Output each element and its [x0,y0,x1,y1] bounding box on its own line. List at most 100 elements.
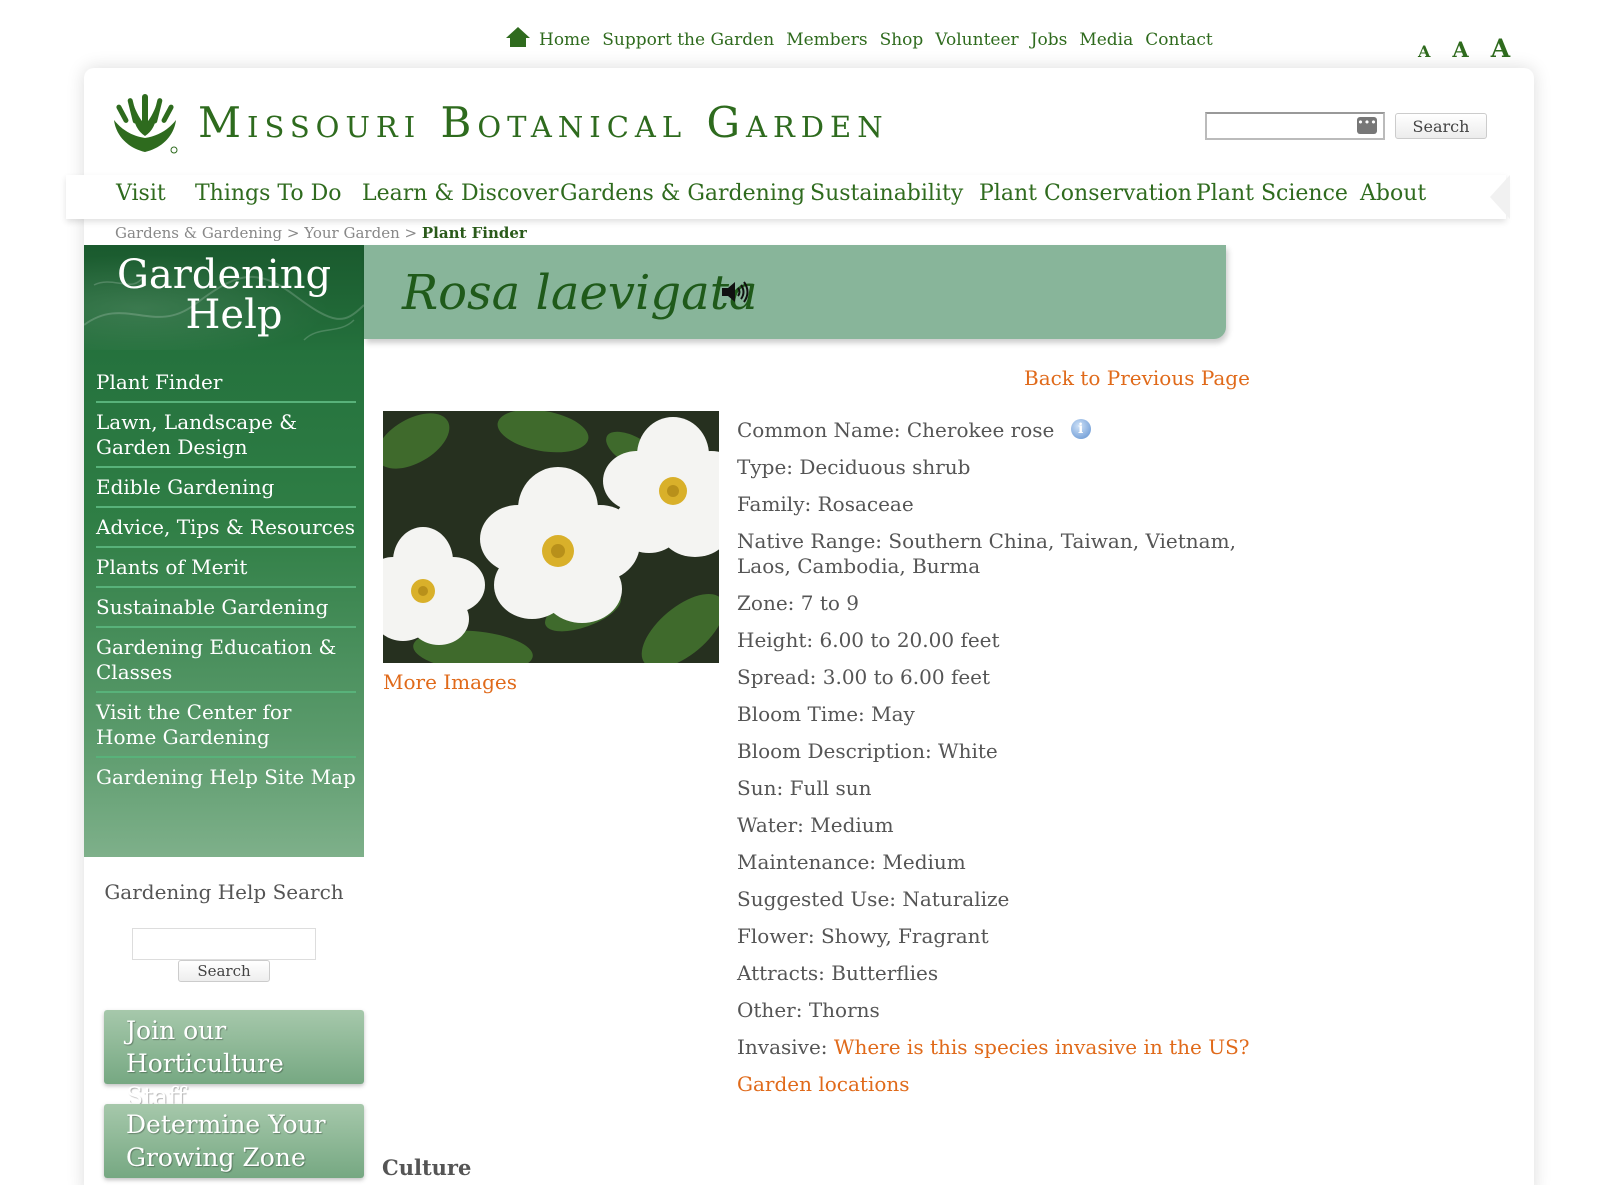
attr-label: Maintenance: [737,850,877,874]
plant-title-band: Rosa laevigata [364,245,1226,339]
attr-other: Other: Thorns [737,998,1257,1023]
header-search-button[interactable]: Search [1395,113,1487,139]
nav-visit[interactable]: Visit [116,181,166,206]
font-size-controls: A A A [1418,34,1510,63]
attr-family: Family: Rosaceae [737,492,1257,517]
utility-link-support[interactable]: Support the Garden [602,30,774,50]
attr-value: Naturalize [902,887,1010,911]
attr-value: Thorns [808,998,880,1022]
font-size-large[interactable]: A [1491,34,1510,63]
attr-invasive: Invasive: Where is this species invasive… [737,1035,1257,1060]
attr-label: Suggested Use: [737,887,897,911]
nav-plant-science[interactable]: Plant Science [1196,181,1348,206]
attr-type: Type: Deciduous shrub [737,455,1257,480]
font-size-small[interactable]: A [1418,42,1430,61]
header-search: ••• Search [1205,112,1487,140]
attr-value: 6.00 to 20.00 feet [819,628,1000,652]
attr-attracts: Attracts: Butterflies [737,961,1257,986]
attr-bloom-time: Bloom Time: May [737,702,1257,727]
nav-sustainability[interactable]: Sustainability [810,181,963,206]
main-nav: Visit Things To Do Learn & Discover Gard… [66,175,1510,219]
attr-label: Sun: [737,776,784,800]
sidebar-item-center-home-gardening[interactable]: Visit the Center for Home Gardening [96,693,356,758]
keyboard-dots-icon[interactable]: ••• [1357,117,1377,134]
breadcrumb-your-garden[interactable]: Your Garden [304,224,399,242]
culture-heading: Culture [382,1155,472,1180]
sidebar-item-site-map[interactable]: Gardening Help Site Map [96,758,356,796]
attr-label: Bloom Time: [737,702,865,726]
attr-common-name: Common Name: Cherokee rose i [737,418,1257,443]
attr-height: Height: 6.00 to 20.00 feet [737,628,1257,653]
speaker-icon[interactable] [720,279,750,305]
utility-link-contact[interactable]: Contact [1145,30,1213,50]
attr-sun: Sun: Full sun [737,776,1257,801]
plant-photo[interactable] [383,411,719,663]
attr-value: White [938,739,998,763]
utility-nav: Home Support the Garden Members Shop Vol… [505,27,1213,50]
sidebar-banner: Gardening Help [84,245,364,350]
attr-value: 3.00 to 6.00 feet [822,665,991,689]
attr-label: Zone: [737,591,795,615]
info-icon[interactable]: i [1070,419,1091,439]
site-logo-text[interactable]: Missouri Botanical Garden [198,98,889,147]
breadcrumb-separator: > [404,224,418,242]
back-to-previous-page-link[interactable]: Back to Previous Page [1024,366,1250,390]
gardening-help-search-button[interactable]: Search [178,960,270,982]
utility-link-jobs[interactable]: Jobs [1031,30,1068,50]
sidebar-item-plant-finder[interactable]: Plant Finder [96,363,356,403]
header-search-input[interactable]: ••• [1205,112,1385,140]
attr-spread: Spread: 3.00 to 6.00 feet [737,665,1257,690]
sidebar-item-plants-of-merit[interactable]: Plants of Merit [96,548,356,588]
nav-things-to-do[interactable]: Things To Do [195,181,342,206]
nav-about[interactable]: About [1360,181,1426,206]
sidebar-item-edible-gardening[interactable]: Edible Gardening [96,468,356,508]
attr-label: Type: [737,455,794,479]
attr-flower: Flower: Showy, Fragrant [737,924,1257,949]
nav-arrow-icon [1490,175,1510,219]
sidebar-item-lawn-landscape[interactable]: Lawn, Landscape & Garden Design [96,403,356,468]
attr-suggested-use: Suggested Use: Naturalize [737,887,1257,912]
sidebar-item-sustainable-gardening[interactable]: Sustainable Gardening [96,588,356,628]
attr-value: 7 to 9 [800,591,860,615]
gardening-help-search-label: Gardening Help Search [104,880,344,904]
attr-native-range: Native Range: Southern China, Taiwan, Vi… [737,529,1257,579]
join-horticulture-staff-button[interactable]: Join our Horticulture Staff [104,1010,364,1111]
attr-value: Cherokee rose [906,418,1055,442]
gardening-help-search: Gardening Help Search Search [84,880,364,982]
attr-label: Invasive: [737,1035,828,1059]
attr-label: Other: [737,998,803,1022]
font-size-medium[interactable]: A [1452,37,1468,62]
nav-plant-conservation[interactable]: Plant Conservation [979,181,1192,206]
utility-link-home[interactable]: Home [539,30,590,50]
attr-label: Common Name: [737,418,901,442]
attr-value: Deciduous shrub [799,455,971,479]
attr-label: Spread: [737,665,817,689]
sidebar: Gardening Help Plant Finder Lawn, Landsc… [84,245,364,857]
sidebar-title-line2: Help [185,292,283,338]
utility-link-members[interactable]: Members [786,30,867,50]
attr-value: Full sun [789,776,872,800]
invasive-species-link[interactable]: Where is this species invasive in the US… [834,1035,1250,1059]
nav-learn-discover[interactable]: Learn & Discover [362,181,559,206]
breadcrumb-current: Plant Finder [421,224,527,242]
plant-attributes: Common Name: Cherokee rose i Type: Decid… [737,418,1257,1109]
attr-value: Butterflies [831,961,939,985]
attr-value: Medium [810,813,894,837]
attr-zone: Zone: 7 to 9 [737,591,1257,616]
gardening-help-search-input[interactable] [132,928,316,960]
utility-link-media[interactable]: Media [1079,30,1133,50]
more-images-link[interactable]: More Images [383,670,517,694]
garden-locations-link[interactable]: Garden locations [737,1072,910,1096]
nav-gardens-gardening[interactable]: Gardens & Gardening [560,181,805,206]
garden-logo-icon[interactable] [108,90,182,156]
determine-growing-zone-button[interactable]: Determine Your Growing Zone [104,1104,364,1178]
utility-link-volunteer[interactable]: Volunteer [935,30,1018,50]
breadcrumb-gardens-gardening[interactable]: Gardens & Gardening [115,224,282,242]
home-icon[interactable] [505,26,531,48]
sidebar-title: Gardening Help [84,255,364,335]
attr-label: Attracts: [737,961,825,985]
utility-link-shop[interactable]: Shop [880,30,924,50]
sidebar-item-education-classes[interactable]: Gardening Education & Classes [96,628,356,693]
sidebar-item-advice-tips[interactable]: Advice, Tips & Resources [96,508,356,548]
attr-label: Native Range: [737,529,883,553]
